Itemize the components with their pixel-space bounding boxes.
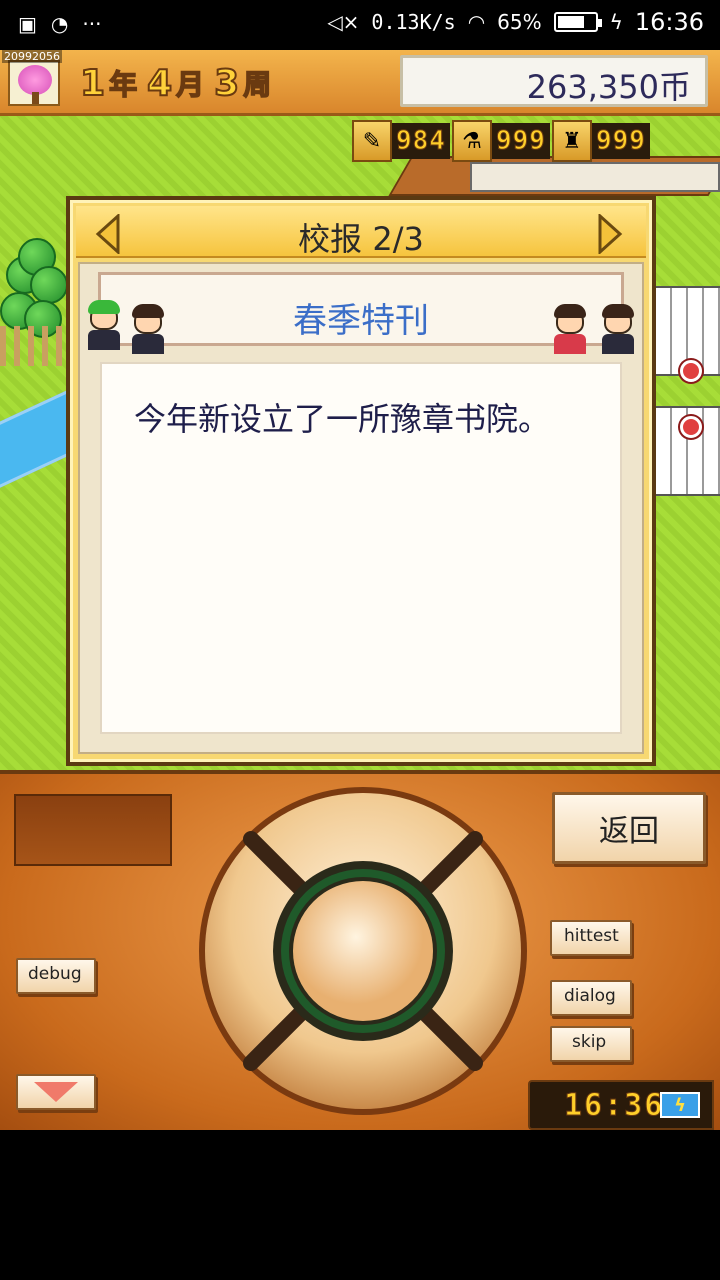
school-newspaper-dialog: 校报 2/3 春季特刊 今年新设立了一所豫章书院。 xyxy=(66,196,656,766)
headline-box: 春季特刊 xyxy=(98,272,624,346)
red-post-icon xyxy=(680,360,702,382)
more-icon: ··· xyxy=(82,12,102,36)
message-icon: ◔ xyxy=(50,12,69,36)
pencil-icon: ✎ xyxy=(352,120,392,162)
money-display: 263,350币 xyxy=(400,55,708,107)
resource-award: ♜ 999 xyxy=(551,120,650,162)
dialog-header: 校报 2/3 xyxy=(76,206,646,258)
headline: 春季特刊 xyxy=(293,301,429,341)
trophy-icon: ♜ xyxy=(551,120,592,162)
info-screen xyxy=(14,794,172,866)
resource-value: 984 xyxy=(392,123,450,159)
next-page-button[interactable] xyxy=(596,212,624,256)
game-date: 1 年 4 月 3 周 xyxy=(79,63,277,105)
resource-research: ✎ 984 xyxy=(352,120,450,162)
scroll-down-button[interactable] xyxy=(16,1074,96,1110)
campus-id: 20992056 xyxy=(2,50,62,63)
battery-icon xyxy=(553,12,602,32)
student-sprite xyxy=(548,304,592,354)
student-sprite xyxy=(126,304,170,354)
dpad-center-button[interactable] xyxy=(293,881,433,1021)
date-week: 3 xyxy=(213,63,240,105)
date-year: 1 xyxy=(79,63,106,105)
chevron-right-icon xyxy=(598,212,623,256)
status-bar: ▣ ◔ ··· ◁× 0.13K/s ◠ 65% ϟ 16:36 xyxy=(0,0,720,50)
student-sprite xyxy=(596,304,640,354)
date-month-unit: 月 xyxy=(175,67,205,102)
money-value: 263,350币 xyxy=(526,68,691,106)
skip-button[interactable]: skip xyxy=(550,1026,632,1062)
resource-science: ⚗ 999 xyxy=(451,120,550,162)
control-panel: 返回 debug hittest dialog skip 16:36 ϟ xyxy=(0,770,720,1130)
dialog-button[interactable]: dialog xyxy=(550,980,632,1016)
hittest-button[interactable]: hittest xyxy=(550,920,632,956)
game-clock: 16:36 ϟ xyxy=(528,1080,714,1130)
tree xyxy=(30,266,68,304)
wifi-icon: ◠ xyxy=(467,10,486,34)
date-week-unit: 周 xyxy=(242,67,272,102)
network-speed: 0.13K/s xyxy=(371,10,456,34)
mute-icon: ◁× xyxy=(327,10,360,34)
back-button[interactable]: 返回 xyxy=(552,792,706,864)
classroom-building xyxy=(470,162,720,192)
news-content: 今年新设立了一所豫章书院。 xyxy=(134,400,551,438)
content-box: 今年新设立了一所豫章书院。 xyxy=(100,362,622,734)
clock-time: 16:36 xyxy=(563,1088,665,1124)
resource-bar: ✎ 984 ⚗ 999 ♜ 999 xyxy=(352,120,650,162)
date-month: 4 xyxy=(146,63,173,105)
battery-percent: 65% xyxy=(497,10,542,34)
debug-button[interactable]: debug xyxy=(16,958,96,994)
gallery-icon: ▣ xyxy=(18,12,37,36)
date-year-unit: 年 xyxy=(108,67,138,102)
red-post-icon xyxy=(680,416,702,438)
status-time: 16:36 xyxy=(634,8,704,36)
arrow-down-icon xyxy=(34,1082,78,1102)
dpad[interactable] xyxy=(196,784,530,1118)
flask-icon: ⚗ xyxy=(451,120,492,162)
battery-charging-icon: ϟ xyxy=(660,1092,700,1118)
resource-value: 999 xyxy=(591,123,650,159)
charging-icon: ϟ xyxy=(609,10,623,34)
status-bar-notifications: ▣ ◔ ··· xyxy=(18,12,101,36)
student-sprite xyxy=(82,300,126,350)
campus-tree-icon[interactable] xyxy=(8,60,60,106)
resource-value: 999 xyxy=(491,123,550,159)
dialog-title: 校报 2/3 xyxy=(298,220,424,258)
status-bar-system: ◁× 0.13K/s ◠ 65% ϟ 16:36 xyxy=(327,8,704,36)
